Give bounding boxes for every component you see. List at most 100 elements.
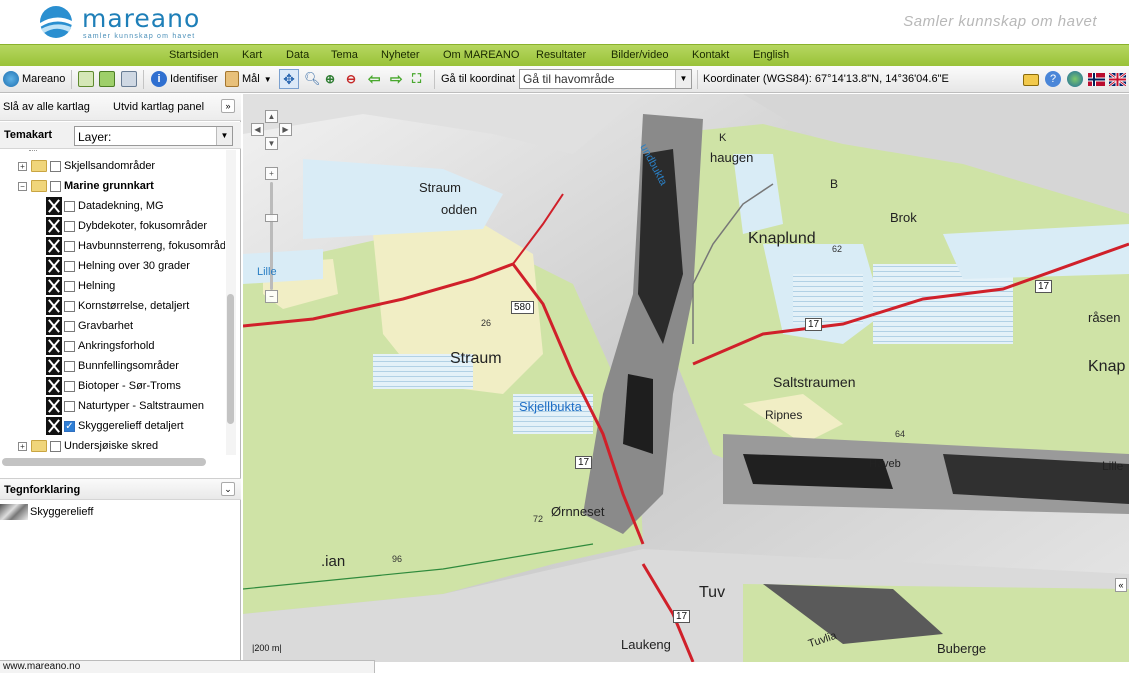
zoom-slider-handle[interactable] <box>265 214 278 222</box>
layer-checkbox[interactable] <box>50 440 61 452</box>
tree-folder-skjellsand[interactable]: + Skjellsandområder <box>18 156 155 176</box>
arrow-left-icon: ⇦ <box>368 71 381 88</box>
map-label: Laukeng <box>621 637 671 652</box>
export-button[interactable] <box>99 71 115 87</box>
tree-item-label: Biotoper - Sør-Troms <box>78 380 181 392</box>
next-extent-button[interactable]: ⇨ <box>390 71 403 88</box>
globe-button[interactable] <box>1067 71 1083 87</box>
mareano-logo-icon[interactable] <box>38 5 74 39</box>
layer-checkbox[interactable] <box>64 260 75 272</box>
layer-panel: Slå av alle kartlag Utvid kartlag panel … <box>0 94 241 662</box>
map-canvas[interactable] <box>243 94 1129 662</box>
tree-layer[interactable]: Ankringsforhold <box>46 336 154 356</box>
measure-button[interactable]: Mål ▼ <box>225 71 272 87</box>
map-label: Straum <box>450 350 502 367</box>
tree-layer[interactable]: Biotoper - Sør-Troms <box>46 376 181 396</box>
layer-icon <box>46 257 62 275</box>
identify-button[interactable]: i Identifiser <box>151 71 218 87</box>
print-button[interactable] <box>121 71 137 87</box>
layers-button[interactable] <box>78 71 94 87</box>
expand-icon[interactable]: + <box>18 161 27 171</box>
previous-extent-button[interactable]: ⇦ <box>368 71 381 88</box>
language-norwegian-button[interactable] <box>1088 71 1105 87</box>
home-button[interactable]: Mareano <box>3 71 65 87</box>
pan-south-button[interactable]: ▼ <box>265 137 278 150</box>
layer-select[interactable]: Layer: ▼ <box>74 126 233 146</box>
marsh-area <box>793 274 863 324</box>
tree-scroll-thumb[interactable] <box>227 294 234 424</box>
layer-checkbox[interactable] <box>64 340 75 352</box>
nav-english[interactable]: English <box>753 49 789 61</box>
layer-checkbox[interactable] <box>64 300 75 312</box>
tree-layer[interactable]: Havbunnsterreng, fokusområder <box>46 236 225 256</box>
tree-layer[interactable]: Datadekning, MG <box>46 196 164 216</box>
tree-item-label: Datadekning, MG <box>78 200 164 212</box>
zoom-box-button[interactable]: 🔍︎ <box>304 71 321 87</box>
map-label: Knap <box>1088 358 1126 375</box>
globe-icon <box>1067 71 1083 87</box>
email-button[interactable] <box>1023 71 1039 87</box>
sea-area-select[interactable]: Gå til havområde ▼ <box>519 69 692 89</box>
full-extent-button[interactable]: ⛶ <box>412 71 421 87</box>
layer-checkbox[interactable] <box>50 180 61 192</box>
layer-checkbox[interactable] <box>64 320 75 332</box>
collapse-icon[interactable]: − <box>18 181 27 191</box>
nav-nyheter[interactable]: Nyheter <box>381 49 420 61</box>
tree-layer[interactable]: Dybdekoter, fokusområder <box>46 216 207 236</box>
pan-west-button[interactable]: ◀ <box>251 123 264 136</box>
zoom-out-map-button[interactable]: − <box>265 290 278 303</box>
nav-bilder-video[interactable]: Bilder/video <box>611 49 668 61</box>
layer-checkbox[interactable] <box>64 380 75 392</box>
double-chevron-left-icon[interactable]: « <box>1115 578 1127 592</box>
layer-checkbox[interactable] <box>64 220 75 232</box>
tree-layer[interactable]: Gravbarhet <box>46 316 133 336</box>
tree-layer[interactable]: Bunnfellingsområder <box>46 356 179 376</box>
toggle-all-layers-link[interactable]: Slå av alle kartlag <box>3 101 90 113</box>
tree-item-label: Havbunnsterreng, fokusområder <box>78 240 225 252</box>
goto-coordinate-label[interactable]: Gå til koordinat <box>441 71 515 87</box>
zoom-out-button[interactable]: ⊖ <box>346 71 356 87</box>
tree-horizontal-scrollbar[interactable] <box>2 458 206 466</box>
tree-layer[interactable]: Naturtyper - Saltstraumen <box>46 396 204 416</box>
layer-checkbox-checked[interactable]: ✓ <box>64 420 75 432</box>
help-button[interactable]: ? <box>1045 71 1061 87</box>
chevron-down-icon[interactable]: ▼ <box>216 127 232 145</box>
expand-layer-panel-link[interactable]: Utvid kartlag panel <box>113 101 204 113</box>
layer-checkbox[interactable] <box>64 400 75 412</box>
nav-kontakt[interactable]: Kontakt <box>692 49 729 61</box>
language-english-button[interactable] <box>1109 71 1126 87</box>
nav-tema[interactable]: Tema <box>331 49 358 61</box>
nav-kart[interactable]: Kart <box>242 49 262 61</box>
zoom-in-button[interactable]: ⊕ <box>325 71 335 87</box>
tree-folder-undersjoiske-skred[interactable]: + Undersjøiske skred <box>18 436 158 455</box>
brand-name[interactable]: mareano <box>82 4 200 33</box>
tree-layer[interactable]: Kornstørrelse, detaljert <box>46 296 189 316</box>
expand-icon[interactable]: + <box>18 441 27 451</box>
pan-button[interactable]: ✥ <box>279 69 299 89</box>
nav-startsiden[interactable]: Startsiden <box>169 49 219 61</box>
coordinates-readout: Koordinater (WGS84): 67°14'13.8"N, 14°36… <box>703 73 949 85</box>
tree-folder-marine-grunnkart[interactable]: − Marine grunnkart <box>18 176 154 196</box>
tree-layer-skyggerelieff[interactable]: ✓ Skyggerelieff detaljert <box>46 416 184 436</box>
layer-checkbox[interactable] <box>64 360 75 372</box>
double-chevron-down-icon[interactable]: ⌄ <box>221 482 235 496</box>
layer-checkbox[interactable] <box>64 240 75 252</box>
chevron-down-icon[interactable]: ▼ <box>675 70 691 88</box>
nav-resultater[interactable]: Resultater <box>536 49 586 61</box>
nav-data[interactable]: Data <box>286 49 309 61</box>
layer-checkbox[interactable] <box>50 160 61 172</box>
layer-checkbox[interactable] <box>64 280 75 292</box>
pan-north-button[interactable]: ▲ <box>265 110 278 123</box>
double-chevron-right-icon[interactable]: » <box>221 99 235 113</box>
layer-checkbox[interactable] <box>64 200 75 212</box>
tree-layer[interactable]: Helning <box>46 276 115 296</box>
pan-east-button[interactable]: ▶ <box>279 123 292 136</box>
zoom-in-map-button[interactable]: + <box>265 167 278 180</box>
nav-om-mareano[interactable]: Om MAREANO <box>443 49 519 61</box>
tree-item-label: Skyggerelieff detaljert <box>78 420 184 432</box>
map-view[interactable]: ▲ ◀ ▶ ▼ + − Straum odden Straum Skjellbu… <box>243 94 1129 662</box>
tree-layer[interactable]: Helning over 30 grader <box>46 256 190 276</box>
map-label: Haveb <box>869 458 901 470</box>
layer-icon <box>46 217 62 235</box>
home-label: Mareano <box>22 73 66 85</box>
